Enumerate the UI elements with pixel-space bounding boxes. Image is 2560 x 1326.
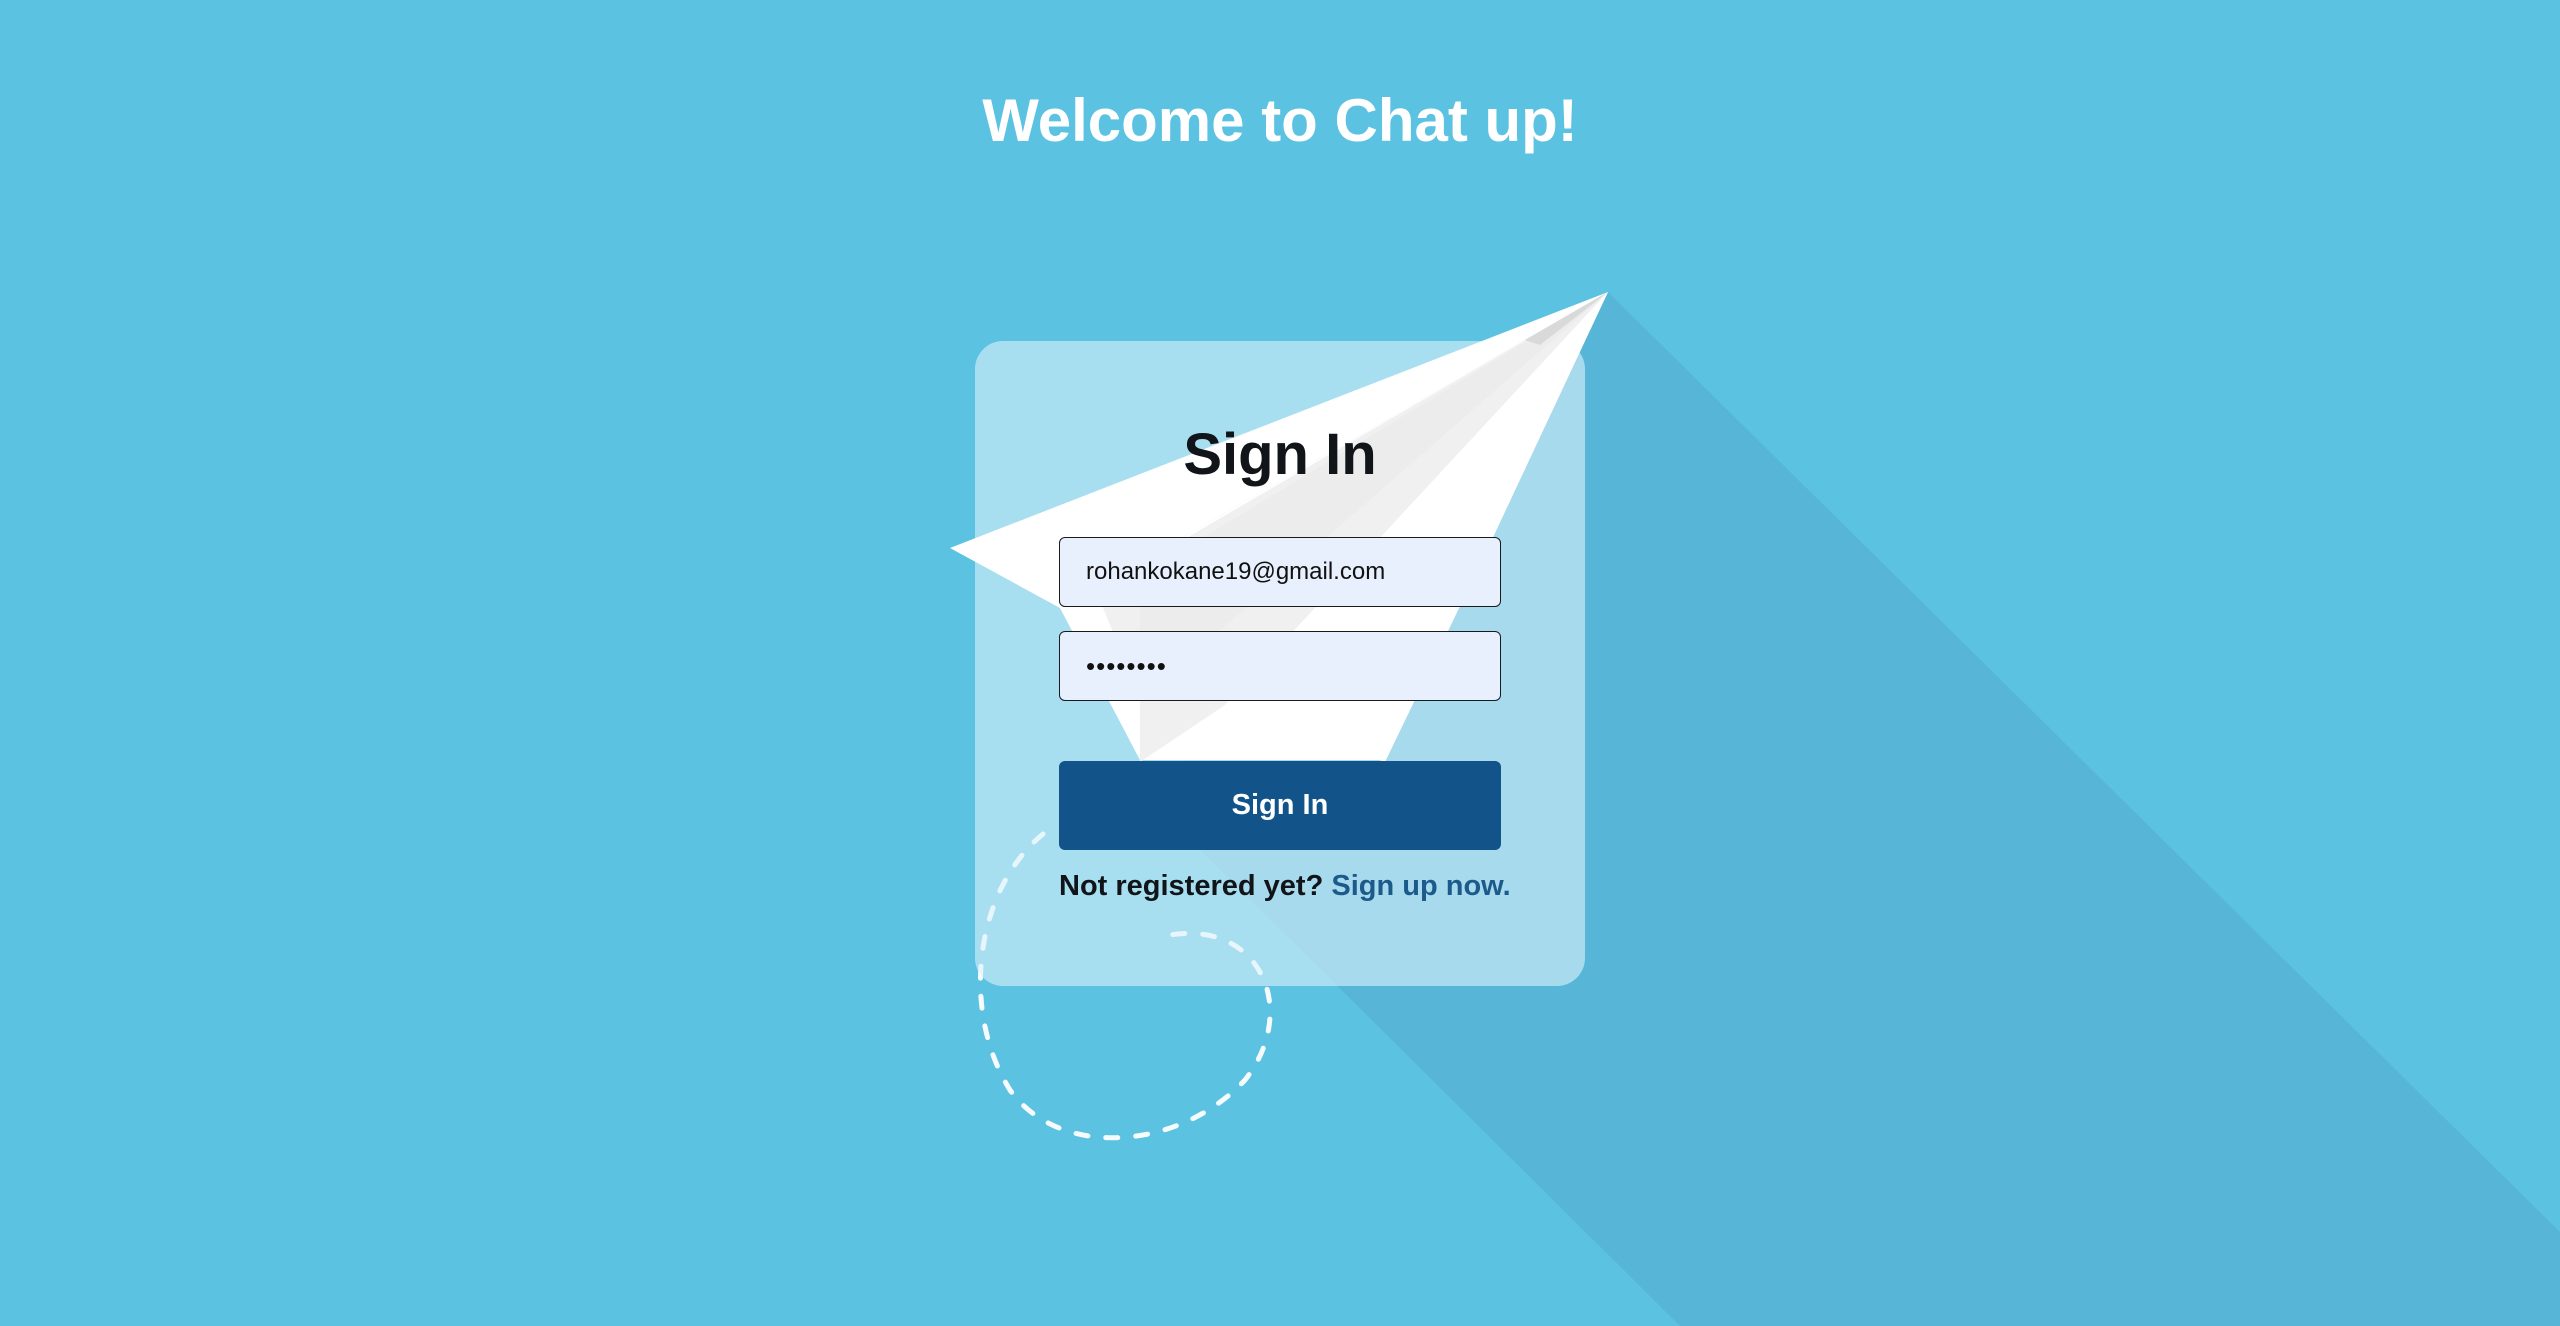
email-field[interactable]: [1059, 537, 1501, 607]
password-field[interactable]: [1059, 631, 1501, 701]
signin-title: Sign In: [1183, 422, 1377, 487]
signup-link[interactable]: Sign up now.: [1331, 870, 1510, 902]
signup-prompt: Not registered yet?: [1059, 870, 1324, 902]
signin-button[interactable]: Sign In: [1059, 761, 1501, 850]
signup-row: Not registered yet? Sign up now.: [1059, 866, 1529, 906]
